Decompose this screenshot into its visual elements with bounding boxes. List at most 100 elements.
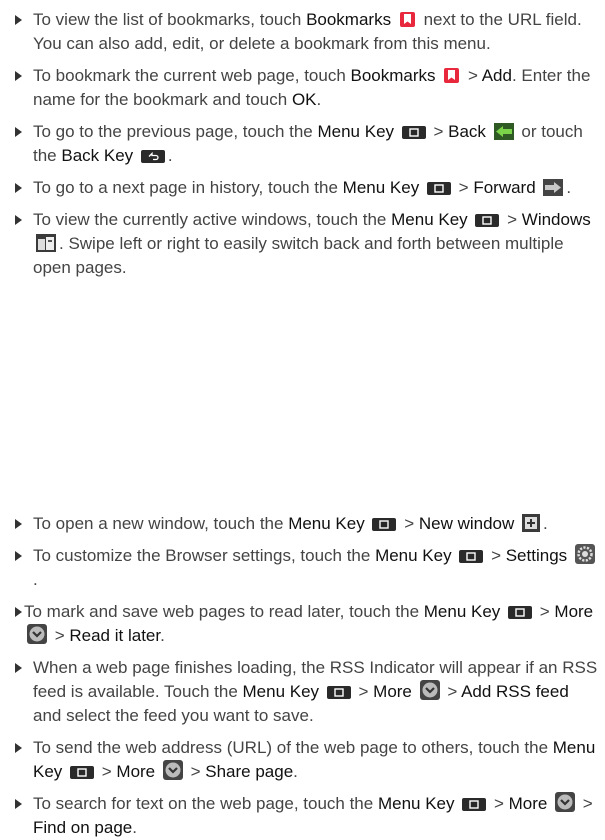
menu-key-label: Menu Key	[377, 794, 455, 813]
item-text: .	[293, 762, 298, 781]
item-text: To search for text on the web page, touc…	[33, 794, 378, 813]
menu-key-icon	[508, 606, 533, 619]
item-text: >	[535, 602, 555, 621]
item-text: >	[502, 210, 522, 229]
windows-icon	[36, 234, 56, 252]
bullet-arrow-icon	[15, 127, 22, 137]
bullet-arrow-icon	[15, 71, 22, 81]
menu-key-label: Menu Key	[375, 546, 452, 565]
bullet-arrow-icon	[15, 215, 22, 225]
back-arrow-icon	[493, 123, 514, 140]
more-chevron-icon	[555, 792, 576, 812]
list-item-next-page: To go to a next page in history, touch t…	[15, 176, 600, 200]
bookmark-icon	[444, 68, 460, 83]
find-on-page-label: Find on page	[33, 818, 133, 837]
item-text: >	[578, 794, 593, 813]
back-label: Back	[448, 122, 486, 141]
settings-label: Settings	[505, 546, 568, 565]
menu-key-label: Menu Key	[242, 682, 320, 701]
more-label: More	[373, 682, 412, 701]
menu-key-icon	[459, 550, 484, 563]
list-item-add-bookmark: To bookmark the current web page, touch …	[15, 64, 600, 112]
bullet-arrow-icon	[15, 15, 22, 25]
add-rss-feed-label: Add RSS feed	[461, 682, 569, 701]
forward-arrow-icon	[543, 179, 564, 196]
bookmarks-label: Bookmarks	[350, 66, 436, 85]
menu-key-icon	[372, 518, 397, 531]
list-item-active-windows: To view the currently active windows, to…	[15, 208, 600, 280]
item-text: .	[543, 514, 548, 533]
menu-key-label: Menu Key	[288, 514, 365, 533]
bullet-arrow-icon	[15, 607, 22, 617]
bullet-arrow-icon	[15, 743, 22, 753]
bullet-arrow-icon	[15, 519, 22, 529]
bullet-arrow-icon	[15, 663, 22, 673]
item-text: >	[428, 122, 449, 141]
menu-key-icon	[475, 214, 500, 227]
bullet-arrow-icon	[15, 799, 22, 809]
item-text: >	[486, 546, 506, 565]
item-text: >	[463, 66, 482, 85]
more-chevron-icon	[162, 760, 183, 780]
item-text: .	[132, 818, 137, 837]
more-label: More	[116, 762, 156, 781]
item-text: >	[50, 626, 70, 645]
item-text: To open a new window, touch the	[33, 514, 289, 533]
windows-label: Windows	[521, 210, 591, 229]
ok-label: OK	[291, 90, 317, 109]
item-text: .	[316, 90, 322, 109]
more-label: More	[508, 794, 548, 813]
bookmark-icon	[399, 12, 415, 27]
list-item-view-bookmarks: To view the list of bookmarks, touch Boo…	[15, 8, 600, 56]
item-text: .	[566, 178, 572, 197]
item-text: >	[453, 178, 474, 197]
bullet-arrow-icon	[15, 551, 22, 561]
new-window-icon	[522, 514, 541, 532]
add-label: Add	[481, 66, 512, 85]
new-window-label: New window	[418, 514, 515, 533]
settings-gear-icon	[574, 544, 595, 564]
more-label: More	[554, 602, 594, 621]
menu-key-icon	[326, 686, 351, 699]
item-text: To bookmark the current web page, touch	[33, 66, 351, 85]
bookmarks-label: Bookmarks	[306, 10, 392, 29]
item-text: . Swipe left or right to easily switch b…	[33, 234, 564, 277]
back-key-label: Back Key	[61, 146, 134, 165]
item-text: and select the feed you want to save.	[33, 706, 314, 725]
menu-key-label: Menu Key	[391, 210, 468, 229]
menu-key-icon	[401, 126, 426, 139]
share-page-label: Share page	[205, 762, 294, 781]
item-text: To mark and save web pages to read later…	[24, 602, 424, 621]
item-text: >	[442, 682, 462, 701]
item-text: .	[160, 626, 165, 645]
item-text: To view the currently active windows, to…	[33, 210, 392, 229]
item-text: To customize the Browser settings, touch…	[33, 546, 376, 565]
more-chevron-icon	[419, 680, 440, 700]
item-text: >	[399, 514, 419, 533]
menu-key-icon	[70, 766, 95, 779]
item-text: .	[33, 570, 38, 589]
menu-key-label: Menu Key	[342, 178, 420, 197]
item-text: >	[185, 762, 206, 781]
forward-label: Forward	[473, 178, 536, 197]
menu-key-icon	[462, 798, 487, 811]
item-text: >	[97, 762, 117, 781]
list-item-find-on-page: To search for text on the web page, touc…	[15, 792, 600, 840]
back-key-icon	[140, 150, 165, 163]
list-item-read-later: To mark and save web pages to read later…	[15, 600, 600, 648]
item-text: >	[353, 682, 374, 701]
read-it-later-label: Read it later	[69, 626, 161, 645]
menu-key-icon	[426, 182, 451, 195]
item-text: .	[167, 146, 173, 165]
list-item-rss-feed: When a web page finishes loading, the RS…	[15, 656, 600, 728]
list-item-previous-page: To go to the previous page, touch the Me…	[15, 120, 600, 168]
item-text: To view the list of bookmarks, touch	[33, 10, 307, 29]
item-text: >	[489, 794, 509, 813]
list-item-share-page: To send the web address (URL) of the web…	[15, 736, 600, 784]
menu-key-label: Menu Key	[317, 122, 395, 141]
bullet-arrow-icon	[15, 183, 22, 193]
more-chevron-icon	[27, 624, 47, 644]
list-item-browser-settings: To customize the Browser settings, touch…	[15, 544, 600, 592]
item-text: To send the web address (URL) of the web…	[33, 738, 553, 757]
menu-key-label: Menu Key	[423, 602, 501, 621]
